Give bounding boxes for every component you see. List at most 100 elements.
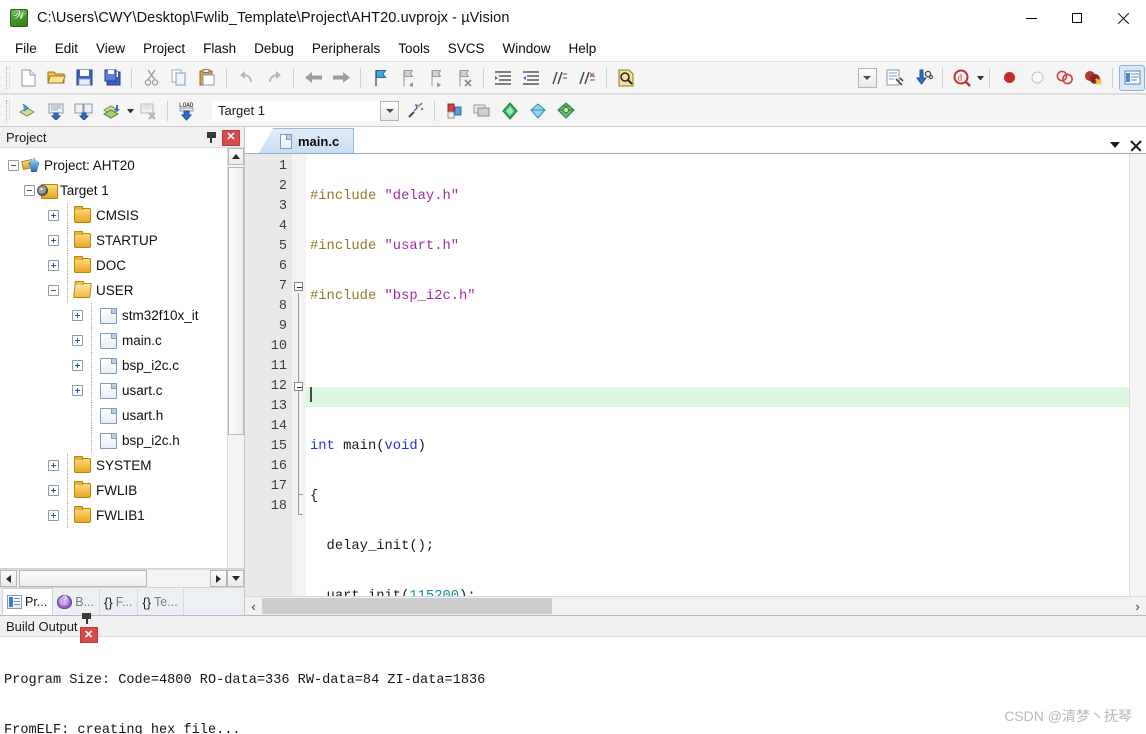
batch-build-dropdown-icon[interactable] xyxy=(127,108,134,113)
project-tree-horizontal-scrollbar[interactable] xyxy=(0,569,244,587)
tree-item-stm32f10x-it[interactable]: stm32f10x_it xyxy=(0,303,227,328)
project-tree-vertical-scrollbar[interactable] xyxy=(227,148,244,568)
tree-item-fwlib[interactable]: FWLIB xyxy=(0,478,227,503)
tab-templates[interactable]: {} Te... xyxy=(138,589,184,615)
tree-item-cmsis[interactable]: CMSIS xyxy=(0,203,227,228)
configure-icon[interactable] xyxy=(882,65,908,91)
expander-plus-icon[interactable] xyxy=(48,235,59,246)
expander-plus-icon[interactable] xyxy=(72,360,83,371)
breakpoint-disable-icon[interactable] xyxy=(1024,65,1050,91)
scroll-thumb[interactable] xyxy=(228,167,244,435)
combo-dropdown-icon[interactable] xyxy=(854,65,880,91)
expander-minus-icon[interactable] xyxy=(24,185,35,196)
comment-icon[interactable] xyxy=(546,65,572,91)
menu-peripherals[interactable]: Peripherals xyxy=(303,38,389,60)
window-list-dropdown-icon[interactable] xyxy=(1110,142,1120,148)
debug-dropdown-icon[interactable] xyxy=(977,75,984,80)
maximize-button[interactable] xyxy=(1054,0,1100,36)
translate-icon[interactable] xyxy=(15,98,41,124)
menu-tools[interactable]: Tools xyxy=(389,38,439,60)
redo-icon[interactable] xyxy=(261,65,287,91)
load-icon[interactable]: LOAD xyxy=(174,98,200,124)
fold-toggle-while[interactable] xyxy=(294,382,303,391)
expander-plus-icon[interactable] xyxy=(48,260,59,271)
expander-plus-icon[interactable] xyxy=(48,460,59,471)
bookmark-prev-icon[interactable] xyxy=(395,65,421,91)
stop-build-icon[interactable] xyxy=(135,98,161,124)
tree-item-project[interactable]: Project: AHT20 xyxy=(0,153,227,178)
expander-plus-icon[interactable] xyxy=(72,335,83,346)
chevron-down-icon[interactable] xyxy=(380,100,399,121)
editor-tab-main-c[interactable]: main.c xyxy=(259,128,355,153)
tree-item-bsp-i2c-c[interactable]: bsp_i2c.c xyxy=(0,353,227,378)
scroll-right-button[interactable] xyxy=(210,570,227,587)
new-file-icon[interactable] xyxy=(15,65,41,91)
paste-icon[interactable] xyxy=(194,65,220,91)
tree-item-main-c[interactable]: main.c xyxy=(0,328,227,353)
download-icon[interactable] xyxy=(910,65,936,91)
project-window-icon[interactable] xyxy=(553,98,579,124)
find-in-files-icon[interactable] xyxy=(613,65,639,91)
tree-item-bsp-i2c-h[interactable]: bsp_i2c.h xyxy=(0,428,227,453)
code-folding-column[interactable] xyxy=(292,154,306,596)
toolbar-grip[interactable] xyxy=(6,99,10,122)
tree-item-target[interactable]: Target 1 xyxy=(0,178,227,203)
breakpoint-kill-all-icon[interactable] xyxy=(1080,65,1106,91)
tree-item-usart-h[interactable]: usart.h xyxy=(0,403,227,428)
menu-window[interactable]: Window xyxy=(493,38,559,60)
copy-icon[interactable] xyxy=(166,65,192,91)
close-document-icon[interactable] xyxy=(1130,139,1142,151)
scroll-down-button[interactable] xyxy=(227,570,244,587)
menu-debug[interactable]: Debug xyxy=(245,38,303,60)
close-button[interactable] xyxy=(1100,0,1146,36)
breakpoint-disable-all-icon[interactable] xyxy=(1052,65,1078,91)
menu-help[interactable]: Help xyxy=(560,38,606,60)
expander-minus-icon[interactable] xyxy=(8,160,19,171)
expander-plus-icon[interactable] xyxy=(48,485,59,496)
tree-item-startup[interactable]: STARTUP xyxy=(0,228,227,253)
batch-build-icon[interactable] xyxy=(99,98,125,124)
bookmark-next-icon[interactable] xyxy=(423,65,449,91)
menu-edit[interactable]: Edit xyxy=(46,38,87,60)
scroll-thumb[interactable] xyxy=(19,570,147,587)
save-icon[interactable] xyxy=(71,65,97,91)
expander-minus-icon[interactable] xyxy=(48,285,59,296)
fold-toggle-function[interactable] xyxy=(294,282,303,291)
scroll-left-button[interactable] xyxy=(0,570,17,587)
scroll-track[interactable] xyxy=(228,165,244,568)
tab-project[interactable]: Pr... xyxy=(2,588,54,615)
build-output-text[interactable]: Program Size: Code=4800 RO-data=336 RW-d… xyxy=(0,637,1146,734)
target-options-icon[interactable] xyxy=(402,98,428,124)
undo-icon[interactable] xyxy=(233,65,259,91)
menu-view[interactable]: View xyxy=(87,38,134,60)
breakpoint-insert-icon[interactable] xyxy=(996,65,1022,91)
manage-run-time-env-icon[interactable] xyxy=(469,98,495,124)
editor-horizontal-scrollbar[interactable]: ‹ › xyxy=(245,596,1146,615)
pack-installer-icon[interactable] xyxy=(497,98,523,124)
toolbar-grip[interactable] xyxy=(6,66,10,89)
scroll-track[interactable] xyxy=(17,570,210,587)
expander-plus-icon[interactable] xyxy=(48,210,59,221)
bookmark-clear-icon[interactable] xyxy=(451,65,477,91)
scroll-thumb[interactable] xyxy=(262,598,552,614)
menu-project[interactable]: Project xyxy=(134,38,194,60)
code-text[interactable]: #include "delay.h" #include "usart.h" #i… xyxy=(306,154,1129,596)
expander-plus-icon[interactable] xyxy=(48,510,59,521)
menu-file[interactable]: File xyxy=(6,38,46,60)
scroll-up-button[interactable] xyxy=(228,148,244,165)
editor-vertical-scrollbar[interactable] xyxy=(1129,154,1146,596)
expander-plus-icon[interactable] xyxy=(72,385,83,396)
manage-project-items-icon[interactable] xyxy=(441,98,467,124)
project-panel-close-button[interactable]: ✕ xyxy=(222,129,240,146)
build-output-close-button[interactable]: ✕ xyxy=(79,627,98,643)
rebuild-icon[interactable] xyxy=(71,98,97,124)
bookmark-toggle-icon[interactable] xyxy=(367,65,393,91)
menu-svcs[interactable]: SVCS xyxy=(439,38,494,60)
scroll-left-button[interactable]: ‹ xyxy=(245,597,262,615)
indent-left-icon[interactable] xyxy=(518,65,544,91)
scroll-right-button[interactable]: › xyxy=(1129,597,1146,615)
tree-item-doc[interactable]: DOC xyxy=(0,253,227,278)
tree-item-system[interactable]: SYSTEM xyxy=(0,453,227,478)
navigate-back-icon[interactable] xyxy=(300,65,326,91)
tab-functions[interactable]: {} F... xyxy=(100,589,139,615)
